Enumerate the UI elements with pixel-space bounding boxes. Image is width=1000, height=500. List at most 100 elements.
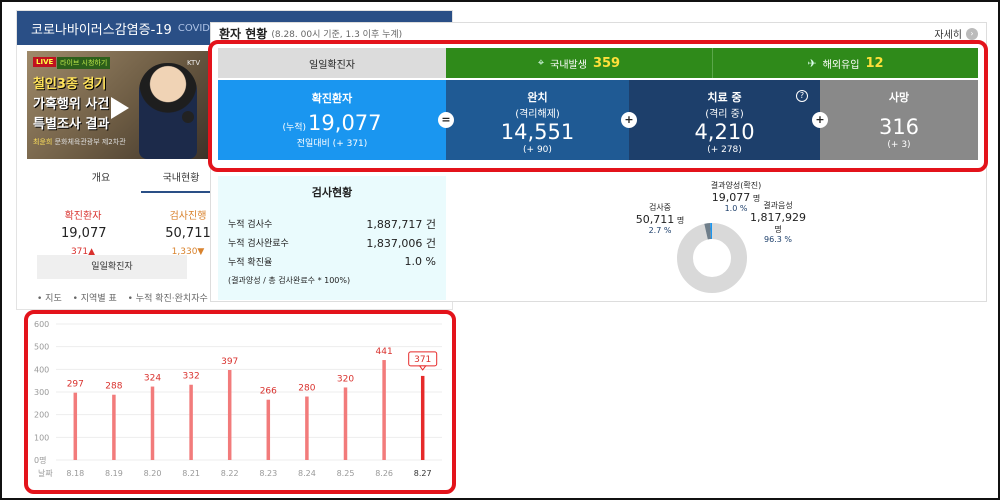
bar bbox=[266, 399, 271, 460]
data-label: 371 bbox=[414, 355, 431, 365]
video-caption-line: 철인3종 경기 bbox=[33, 77, 107, 92]
x-tick-label: 8.27 bbox=[414, 469, 432, 478]
stat-value: 50,711 bbox=[165, 226, 211, 241]
link-map[interactable]: • 지도 bbox=[37, 294, 62, 304]
data-label: 397 bbox=[221, 357, 238, 367]
stat-label: 검사진행 bbox=[169, 211, 207, 222]
testing-value: 50,711 bbox=[635, 213, 675, 226]
bar bbox=[112, 394, 116, 460]
x-tick-label: 8.23 bbox=[259, 469, 277, 478]
x-tick-label: 8.26 bbox=[375, 469, 393, 478]
positive-label-text: 결과양성(확진) bbox=[710, 181, 762, 190]
data-label: 297 bbox=[67, 380, 84, 390]
x-tick-label: 8.20 bbox=[144, 469, 162, 478]
test-row: 누적 검사수 1,887,717 건 bbox=[228, 214, 436, 233]
daily-confirmed-bar-chart: 0명 100 200 300 400 500 600 297 8.18 288 8.19 324 8.2… bbox=[34, 320, 442, 478]
test-row-value: 1,837,006 건 bbox=[366, 236, 436, 250]
data-label: 288 bbox=[105, 382, 122, 392]
more-link[interactable]: 자세히 › bbox=[934, 26, 978, 41]
sidebar-subtitle: COVID- bbox=[177, 22, 214, 34]
data-label: 266 bbox=[260, 387, 277, 397]
live-video-thumbnail[interactable]: LIVE 라이브 시청하기 KTV 철인3종 경기 가혹행위 사건 특별조사 결… bbox=[27, 51, 213, 159]
plus-icon: + bbox=[812, 112, 828, 128]
x-tick-label: 8.25 bbox=[337, 469, 355, 478]
plus-icon: + bbox=[621, 112, 637, 128]
testing-stat: 검사진행 50,711 1,330▼ bbox=[163, 207, 213, 257]
panel-title: 환자 현황 bbox=[219, 26, 268, 41]
y-tick-label: 600 bbox=[34, 320, 49, 329]
test-result-donut: 결과양성(확진) 19,077 명 1.0 % 검사중 50,711 명 2.7… bbox=[630, 178, 830, 298]
test-status-panel: 검사현황 누적 검사수 1,887,717 건 누적 검사완료수 1,837,0… bbox=[218, 176, 446, 300]
bar bbox=[73, 392, 78, 460]
link-cumulative[interactable]: • 누적 확진·완치자수 bbox=[128, 294, 208, 304]
test-row-value: 1.0 % bbox=[404, 255, 436, 268]
test-row-label: 누적 확진율 bbox=[228, 258, 273, 268]
data-label: 332 bbox=[183, 372, 200, 382]
y-tick-label: 200 bbox=[34, 411, 49, 420]
y-tick-label: 500 bbox=[34, 343, 49, 352]
stat-value: 19,077 bbox=[61, 226, 107, 241]
bar bbox=[305, 396, 309, 460]
stat-label: 확진환자 bbox=[64, 211, 102, 222]
test-row: 누적 확진율 1.0 % bbox=[228, 252, 436, 271]
confirmed-stat: 확진환자 19,077 371▲ bbox=[61, 207, 107, 257]
test-row-value: 1,887,717 건 bbox=[366, 217, 436, 231]
tab-overview[interactable]: 개요 bbox=[61, 171, 141, 193]
more-label: 자세히 bbox=[934, 30, 962, 41]
negative-pct: 96.3 % bbox=[764, 235, 792, 244]
bar bbox=[189, 384, 193, 460]
negative-label-text: 결과음성 bbox=[763, 201, 793, 210]
bar bbox=[382, 360, 386, 460]
microphone-icon bbox=[182, 111, 194, 123]
y-tick-label: 100 bbox=[34, 433, 49, 442]
channel-logo: KTV bbox=[187, 59, 201, 67]
test-note: (결과양성 / 총 검사완료수 * 100%) bbox=[228, 276, 351, 285]
sidebar-title: 코로나바이러스감염증-19 bbox=[31, 22, 172, 38]
data-label: 280 bbox=[298, 384, 315, 394]
x-tick-label: 8.22 bbox=[221, 469, 239, 478]
y-tick-label: 400 bbox=[34, 365, 49, 374]
data-label: 441 bbox=[376, 347, 393, 357]
byline-name: 최윤희 bbox=[33, 138, 53, 146]
x-tick-label: 8.18 bbox=[66, 469, 84, 478]
donut-slice-negative bbox=[677, 223, 747, 293]
tab-domestic[interactable]: 국내현황 bbox=[141, 171, 221, 193]
link-region-table[interactable]: • 지역별 표 bbox=[73, 294, 117, 304]
x-axis-label: 날짜 bbox=[38, 468, 53, 478]
live-badge: LIVE bbox=[33, 57, 57, 67]
y-tick-label: 300 bbox=[34, 388, 49, 397]
test-row-label: 누적 검사수 bbox=[228, 220, 273, 230]
donut-negative-label: 결과음성 1,817,929 명 96.3 % bbox=[736, 200, 820, 244]
byline-role: 문화체육관광부 제2차관 bbox=[54, 138, 126, 146]
live-watch-badge: 라이브 시청하기 bbox=[57, 57, 111, 69]
test-row-label: 누적 검사완료수 bbox=[228, 239, 289, 249]
chevron-right-icon: › bbox=[966, 27, 978, 40]
data-label: 320 bbox=[337, 374, 354, 384]
bar bbox=[420, 375, 425, 460]
play-icon[interactable] bbox=[111, 97, 129, 119]
data-label: 324 bbox=[144, 374, 161, 384]
sidebar-tabs: 개요 국내현황 bbox=[61, 171, 221, 193]
test-status-title: 검사현황 bbox=[311, 186, 353, 199]
donut-testing-label: 검사중 50,711 명 2.7 % bbox=[630, 202, 690, 235]
daily-confirmed-tab[interactable]: 일일확진자 bbox=[37, 255, 187, 279]
testing-pct: 2.7 % bbox=[648, 226, 672, 235]
testing-unit: 명 bbox=[676, 216, 685, 225]
x-tick-label: 8.21 bbox=[182, 469, 200, 478]
equals-icon: = bbox=[438, 112, 454, 128]
bar bbox=[343, 387, 348, 460]
panel-subtitle: (8.28. 00시 기준, 1.3 이후 누계) bbox=[271, 29, 403, 40]
test-row: 누적 검사완료수 1,837,006 건 bbox=[228, 233, 436, 252]
negative-unit: 명 bbox=[774, 225, 782, 234]
bar bbox=[150, 386, 155, 460]
video-caption-line: 가혹행위 사건 bbox=[33, 97, 110, 112]
testing-label-text: 검사중 bbox=[648, 203, 672, 212]
negative-value: 1,817,929 bbox=[750, 211, 806, 224]
bar bbox=[227, 370, 232, 460]
x-tick-label: 8.19 bbox=[105, 469, 123, 478]
x-tick-label: 8.24 bbox=[298, 469, 316, 478]
video-byline: 최윤희 문화체육관광부 제2차관 bbox=[33, 137, 126, 147]
y-tick-label: 0명 bbox=[34, 455, 46, 465]
highlight-box-top bbox=[208, 40, 988, 172]
sidebar-links: • 지도 • 지역별 표 • 누적 확진·완치자수 bbox=[37, 291, 216, 304]
